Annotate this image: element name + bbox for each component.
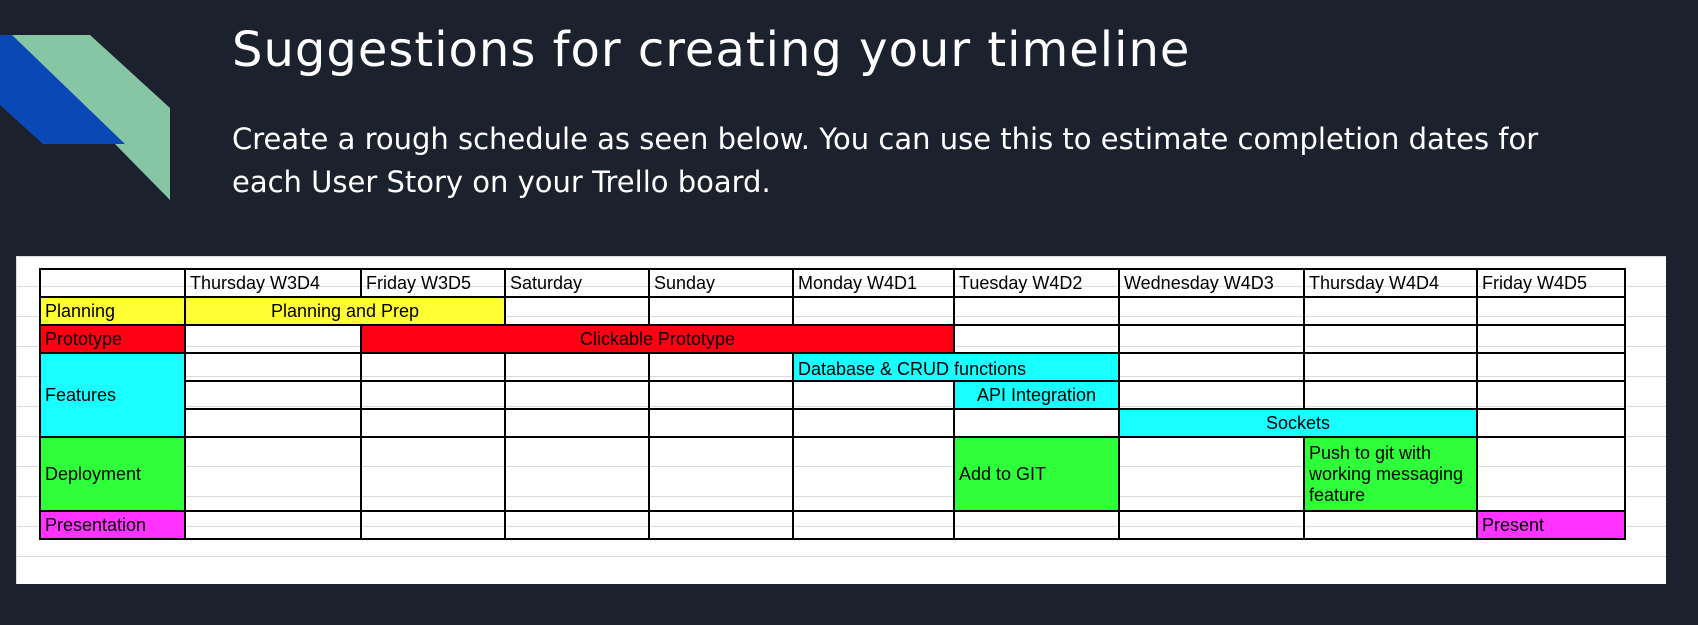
empty-cell — [792, 408, 955, 438]
empty-cell — [360, 436, 506, 512]
empty-cell — [504, 436, 650, 512]
empty-cell — [1476, 296, 1626, 326]
category-features: Features — [39, 352, 186, 438]
empty-cell — [1476, 380, 1626, 410]
empty-cell — [504, 352, 650, 382]
day-header: Friday W3D5 — [360, 268, 506, 298]
slide-title: Suggestions for creating your timeline — [232, 22, 1191, 78]
slide-logo — [0, 35, 170, 200]
presentation-row: Presentation Present — [39, 510, 1626, 540]
empty-cell — [648, 436, 794, 512]
day-header: Thursday W4D4 — [1303, 268, 1478, 298]
header-row: Thursday W3D4 Friday W3D5 Saturday Sunda… — [39, 268, 1626, 298]
empty-cell — [648, 380, 794, 410]
empty-cell — [184, 352, 362, 382]
empty-cell — [1118, 436, 1305, 512]
slide-subtitle: Create a rough schedule as seen below. Y… — [232, 122, 1539, 199]
empty-cell — [360, 408, 506, 438]
empty-cell — [1476, 352, 1626, 382]
empty-cell — [1118, 352, 1305, 382]
task-add-to-git: Add to GIT — [953, 436, 1120, 512]
empty-cell — [792, 510, 955, 540]
empty-cell — [1476, 408, 1626, 438]
category-presentation: Presentation — [39, 510, 186, 540]
day-header: Saturday — [504, 268, 650, 298]
task-planning-and-prep: Planning and Prep — [184, 296, 506, 326]
empty-cell — [1303, 352, 1478, 382]
planning-row: Planning Planning and Prep — [39, 296, 1626, 326]
category-prototype: Prototype — [39, 324, 186, 354]
empty-cell — [1303, 296, 1478, 326]
empty-cell — [184, 408, 362, 438]
timeline-table: Thursday W3D4 Friday W3D5 Saturday Sunda… — [39, 268, 1626, 540]
empty-cell — [1303, 380, 1478, 410]
empty-cell — [184, 510, 362, 540]
day-header: Thursday W3D4 — [184, 268, 362, 298]
empty-cell — [360, 510, 506, 540]
task-api-integration: API Integration — [953, 380, 1120, 410]
empty-cell — [1118, 380, 1305, 410]
day-header: Monday W4D1 — [792, 268, 955, 298]
task-database-crud: Database & CRUD functions — [792, 352, 1120, 382]
deployment-row: Deployment Add to GIT Push to git with w… — [39, 436, 1626, 512]
empty-cell — [792, 436, 955, 512]
prototype-row: Prototype Clickable Prototype — [39, 324, 1626, 354]
day-header: Tuesday W4D2 — [953, 268, 1120, 298]
empty-cell — [648, 352, 794, 382]
task-push-to-git: Push to git with working messaging featu… — [1303, 436, 1478, 512]
empty-cell — [504, 380, 650, 410]
empty-cell — [953, 296, 1120, 326]
features-row-3: Sockets — [40, 408, 1626, 438]
task-present: Present — [1476, 510, 1626, 540]
empty-cell — [504, 296, 650, 326]
day-header: Friday W4D5 — [1476, 268, 1626, 298]
features-row-2: API Integration — [40, 380, 1626, 410]
empty-cell — [184, 380, 362, 410]
empty-cell — [1476, 324, 1626, 354]
empty-cell — [953, 408, 1120, 438]
day-header: Wednesday W4D3 — [1118, 268, 1305, 298]
empty-cell — [1303, 510, 1478, 540]
empty-cell — [648, 510, 794, 540]
empty-cell — [184, 436, 362, 512]
empty-cell — [792, 296, 955, 326]
empty-cell — [648, 408, 794, 438]
empty-cell — [1118, 510, 1305, 540]
features-row-1: Features Database & CRUD functions — [39, 352, 1626, 438]
empty-cell — [1303, 324, 1478, 354]
empty-cell — [648, 296, 794, 326]
empty-cell — [1118, 296, 1305, 326]
empty-cell — [1476, 436, 1626, 512]
task-sockets: Sockets — [1118, 408, 1478, 438]
timeline-spreadsheet: Thursday W3D4 Friday W3D5 Saturday Sunda… — [16, 256, 1666, 584]
empty-cell — [504, 510, 650, 540]
empty-cell — [953, 324, 1120, 354]
category-planning: Planning — [39, 296, 186, 326]
task-clickable-prototype: Clickable Prototype — [360, 324, 955, 354]
day-header: Sunday — [648, 268, 794, 298]
empty-cell — [360, 352, 506, 382]
empty-cell — [792, 380, 955, 410]
empty-cell — [1118, 324, 1305, 354]
empty-cell — [504, 408, 650, 438]
empty-cell — [360, 380, 506, 410]
empty-cell — [184, 324, 362, 354]
empty-cell — [953, 510, 1120, 540]
category-deployment: Deployment — [39, 436, 186, 512]
corner-cell — [39, 268, 186, 298]
